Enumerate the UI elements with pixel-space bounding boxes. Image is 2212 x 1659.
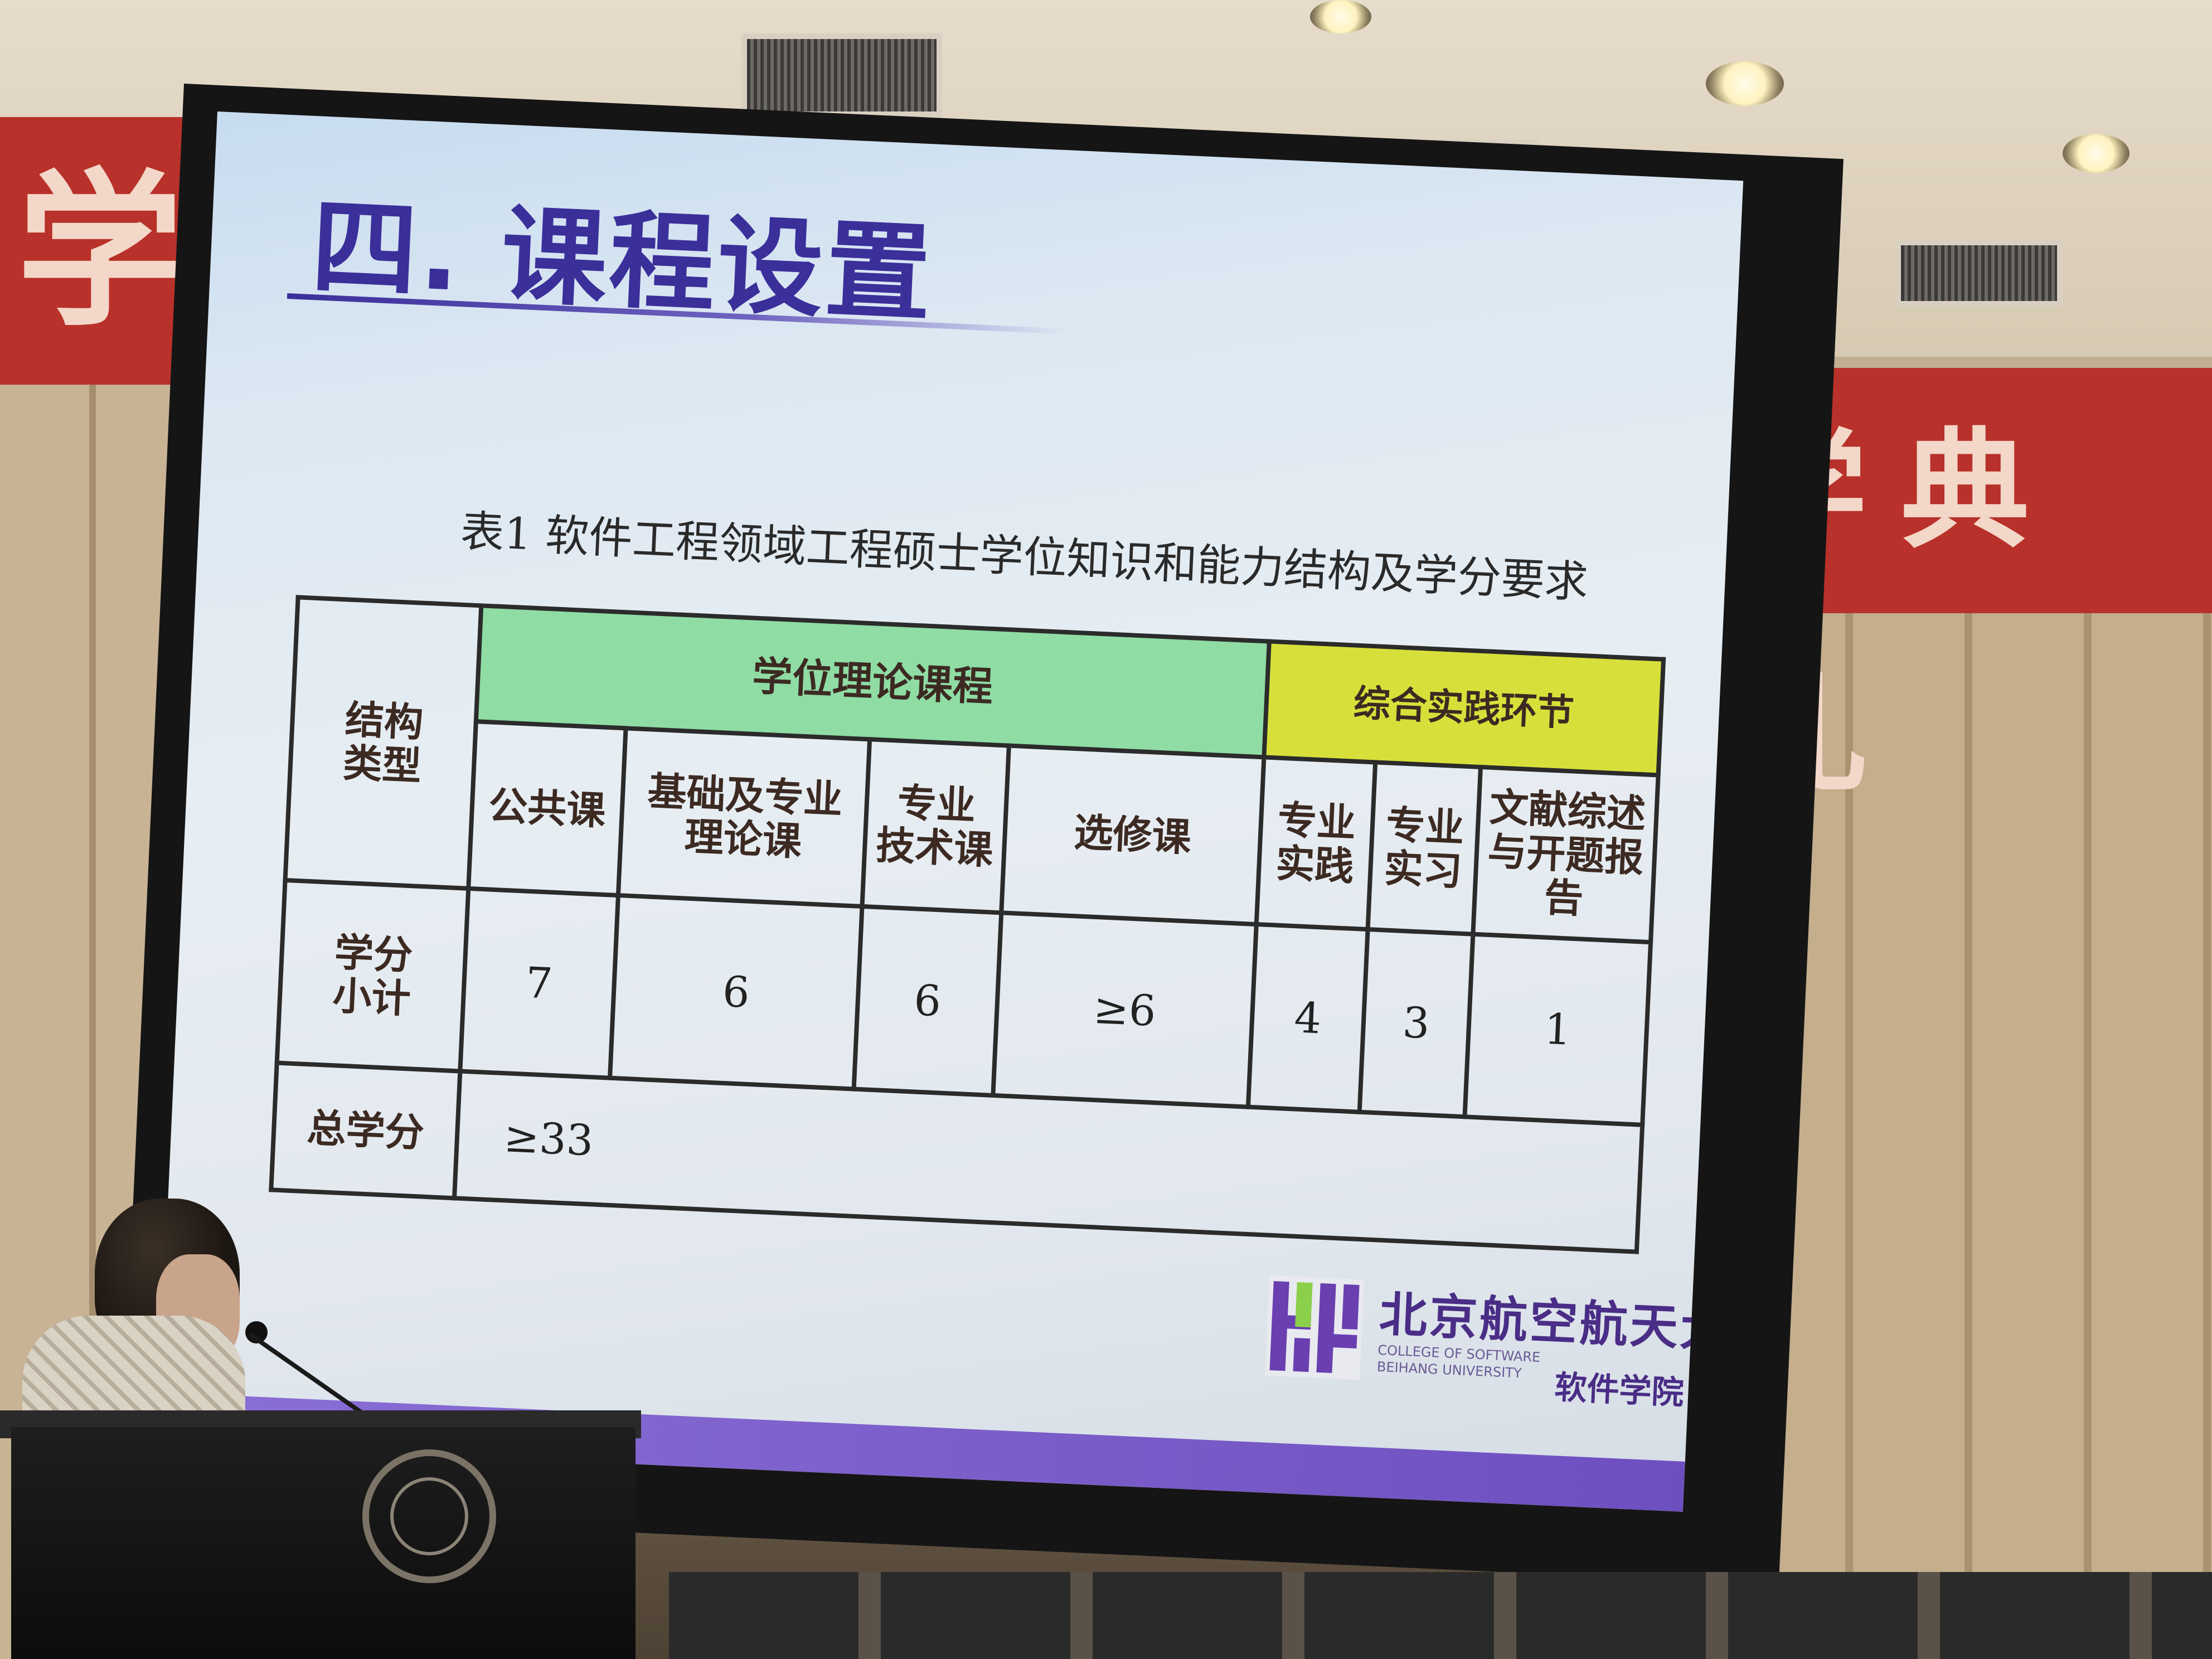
college-name-en: COLLEGE OF SOFTWARE BEIHANG UNIVERSITY: [1376, 1342, 1541, 1381]
projected-slide: 四. 课程设置 表1 软件工程领域工程硕士学位知识和能力结构及学分要求 结构 类…: [157, 111, 1744, 1512]
column-header: 专业 实践: [1256, 757, 1375, 930]
credit-cell: 3: [1359, 929, 1473, 1117]
column-header: 公共课: [468, 721, 626, 896]
credit-cell: 7: [460, 888, 618, 1078]
software-college-logo-icon: [1265, 1275, 1365, 1380]
column-header: 基础及专业 理论课: [618, 728, 870, 906]
credit-cell: ≥6: [992, 913, 1257, 1107]
column-header: 专业 实习: [1367, 762, 1481, 934]
column-header: 专业 技术课: [862, 739, 1009, 913]
audience-seats: [669, 1572, 2212, 1659]
credit-cell: 1: [1464, 934, 1651, 1125]
ceiling-vent: [741, 33, 942, 117]
podium: [11, 1427, 636, 1659]
college-logo: 北京航空航天大學 COLLEGE OF SOFTWARE BEIHANG UNI…: [1263, 1264, 1743, 1428]
ceiling-light: [1706, 61, 1784, 106]
college-name-cn: 软件学院: [1554, 1368, 1685, 1412]
total-credit-label: 总学分: [271, 1063, 460, 1199]
ceiling-vent: [1895, 240, 2063, 307]
credit-cell: 4: [1248, 924, 1368, 1112]
credit-subtotal-label: 学分 小计: [276, 880, 469, 1071]
credit-cell: 6: [853, 906, 1001, 1095]
credit-requirements-table: 结构 类型 学位理论课程 综合实践环节 公共课 基础及专业 理论课 专业 技术课…: [269, 595, 1666, 1254]
banner-left: 学: [0, 117, 195, 385]
ceiling-light: [1310, 0, 1371, 33]
practice-section-header: 综合实践环节: [1264, 641, 1664, 775]
credit-cell: 6: [610, 895, 862, 1089]
slide-title: 四. 课程设置: [309, 185, 937, 337]
university-seal-inner: [390, 1477, 468, 1555]
column-header: 文献综述 与开题报告: [1473, 767, 1658, 943]
ceiling-light: [2063, 134, 2129, 173]
column-header: 选修课: [1001, 745, 1264, 925]
table-caption: 表1 软件工程领域工程硕士学位知识和能力结构及学分要求: [459, 506, 1589, 608]
structure-type-header: 结构 类型: [285, 597, 482, 889]
